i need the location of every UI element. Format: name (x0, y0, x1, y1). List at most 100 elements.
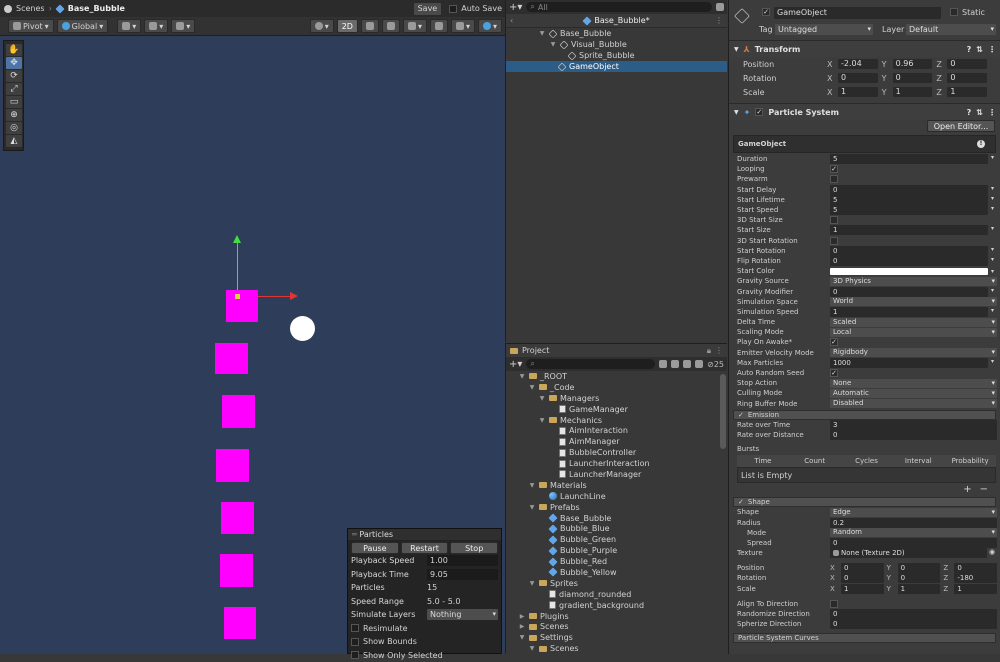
save-button[interactable]: Save (413, 2, 443, 16)
project-item[interactable]: ▼Materials (506, 480, 727, 491)
preset-icon[interactable]: ⇅ (976, 108, 983, 117)
hierarchy-item[interactable]: ▼Base_Bubble (506, 28, 727, 39)
auto-save-checkbox[interactable] (449, 5, 457, 13)
color-mode-icon[interactable]: ▾ (988, 268, 997, 275)
global-dropdown[interactable]: Global▾ (57, 19, 109, 33)
foldout-open-icon[interactable]: ▼ (538, 28, 546, 39)
curve-mode-icon[interactable]: ▾ (988, 358, 997, 368)
transform-rotation-z-field[interactable]: 0 (947, 73, 987, 83)
foldout-open-icon[interactable]: ▼ (528, 480, 536, 491)
open-editor-button[interactable]: Open Editor... (927, 120, 995, 132)
start-speed-field[interactable]: 5 (830, 205, 988, 215)
stop-button[interactable]: Stop (450, 542, 498, 554)
stop-action-dropdown[interactable]: None (830, 379, 997, 388)
kebab-menu-icon[interactable]: ⋮ (715, 346, 723, 355)
flip-rotation-field[interactable]: 0 (830, 256, 988, 266)
add-burst-icon[interactable]: + (963, 484, 971, 495)
project-item[interactable]: Bubble_Blue (506, 523, 727, 534)
start-color-swatch[interactable] (830, 268, 988, 275)
editor-tool-icon[interactable]: ◭ (6, 135, 22, 147)
shading-mode-button[interactable]: ▾ (310, 19, 334, 33)
emission-module-header[interactable]: ✓Emission (733, 410, 996, 420)
curve-mode-icon[interactable]: ▾ (988, 246, 997, 256)
lock-icon[interactable]: 🔒︎ (707, 346, 711, 356)
resimulate-checkbox[interactable] (351, 624, 359, 632)
project-item[interactable]: Bubble_Purple (506, 545, 727, 556)
project-item[interactable]: Base_Bubble (506, 513, 727, 524)
scaling-mode-dropdown[interactable]: Local (830, 328, 997, 337)
transform-position-x-field[interactable]: -2.04 (838, 59, 878, 69)
rect-tool-icon[interactable]: ▭ (6, 96, 22, 108)
align-to-direction-checkbox[interactable] (830, 600, 838, 608)
project-item[interactable]: LauncherInteraction (506, 458, 727, 469)
package-icon[interactable] (695, 360, 703, 368)
shape-scale-z-field[interactable]: 1 (954, 584, 997, 594)
max-particles-field[interactable]: 1000 (830, 358, 988, 368)
back-arrow-icon[interactable]: ‹ (510, 15, 513, 26)
simulate-layers-dropdown[interactable]: Nothing (427, 609, 498, 620)
foldout-open-icon[interactable]: ▼ (518, 371, 526, 382)
foldout-closed-icon[interactable]: ▶ (518, 611, 526, 622)
start-lifetime-field[interactable]: 5 (830, 195, 988, 205)
rate-over-distance-field[interactable]: 0 (830, 430, 997, 440)
kebab-menu-icon[interactable]: ⋮ (988, 108, 996, 117)
project-item[interactable]: gradient_background (506, 600, 727, 611)
project-scrollbar[interactable] (720, 374, 726, 449)
hand-tool-icon[interactable]: ✋ (6, 44, 22, 56)
curve-mode-icon[interactable]: ▾ (988, 287, 997, 297)
spherize-direction-field[interactable]: 0 (830, 619, 997, 629)
start-rotation-field[interactable]: 0 (830, 246, 988, 256)
foldout-open-icon[interactable]: ▼ (549, 39, 557, 50)
gizmos-dropdown[interactable]: ▾ (478, 19, 502, 33)
effects-dropdown[interactable]: ▾ (403, 19, 427, 33)
transform-scale-y-field[interactable]: 1 (893, 87, 933, 97)
project-item[interactable]: ▼Scenes (506, 643, 727, 654)
transform-rotation-y-field[interactable]: 0 (893, 73, 933, 83)
shape-scale-x-field[interactable]: 1 (841, 584, 884, 594)
start-delay-field[interactable]: 0 (830, 185, 988, 195)
transform-header[interactable]: ▼ ⅄ Transform ?⇅⋮ (729, 40, 1000, 57)
filter-type-icon[interactable] (659, 360, 667, 368)
lighting-toggle[interactable] (361, 19, 379, 33)
hierarchy-item-selected[interactable]: GameObject (506, 61, 727, 72)
project-item[interactable]: AimManager (506, 436, 727, 447)
move-gizmo-y-arrow-icon[interactable] (233, 235, 241, 243)
curve-mode-icon[interactable]: ▾ (988, 225, 997, 235)
move-gizmo-y-axis[interactable] (237, 241, 238, 294)
kebab-menu-icon[interactable]: ⋮ (988, 45, 996, 54)
remove-burst-icon[interactable]: − (980, 484, 988, 495)
kebab-menu-icon[interactable]: ⋮ (715, 15, 723, 26)
shape-rotation-z-field[interactable]: -180 (954, 573, 997, 583)
texture-field[interactable]: None (Texture 2D) (830, 548, 987, 558)
project-item[interactable]: ▼_ROOT (506, 371, 727, 382)
delta-time-dropdown[interactable]: Scaled (830, 318, 997, 327)
project-item[interactable]: Bubble_Green (506, 534, 727, 545)
audio-toggle[interactable] (382, 19, 400, 33)
project-item[interactable]: ▼Mechanics (506, 415, 727, 426)
foldout-closed-icon[interactable]: ▶ (518, 621, 526, 632)
pivot-dropdown[interactable]: Pivot▾ (8, 19, 54, 33)
looping-checkbox[interactable]: ✓ (830, 165, 838, 173)
project-item[interactable]: ▶Plugins (506, 611, 727, 622)
project-item[interactable]: ▶Scenes (506, 621, 727, 632)
project-item[interactable]: ▼Managers (506, 393, 727, 404)
preset-icon[interactable]: ⇅ (976, 45, 983, 54)
next-module-header[interactable]: Particle System Curves (733, 633, 996, 643)
create-plus-icon[interactable]: +▾ (509, 2, 522, 13)
curve-mode-icon[interactable]: ▾ (988, 205, 997, 215)
create-plus-icon[interactable]: +▾ (509, 359, 522, 370)
foldout-open-icon[interactable]: ▼ (538, 415, 546, 426)
shape-position-y-field[interactable]: 0 (898, 563, 941, 573)
custom-tool-icon[interactable]: ◎ (6, 122, 22, 134)
resimulate-row[interactable]: Resimulate (348, 622, 501, 636)
playback-speed-field[interactable]: 1.00 (427, 555, 498, 566)
project-item[interactable]: GameManager (506, 404, 727, 415)
curve-mode-icon[interactable]: ▾ (988, 256, 997, 266)
shape-position-z-field[interactable]: 0 (954, 563, 997, 573)
shape-scale-y-field[interactable]: 1 (898, 584, 941, 594)
transform-scale-z-field[interactable]: 1 (947, 87, 987, 97)
mode-dropdown[interactable]: Random (830, 528, 997, 537)
project-search-input[interactable]: ⌕ (526, 359, 655, 369)
scale-tool-icon[interactable]: ⤢ (6, 83, 22, 95)
ring-buffer-mode-dropdown[interactable]: Disabled (830, 399, 997, 408)
